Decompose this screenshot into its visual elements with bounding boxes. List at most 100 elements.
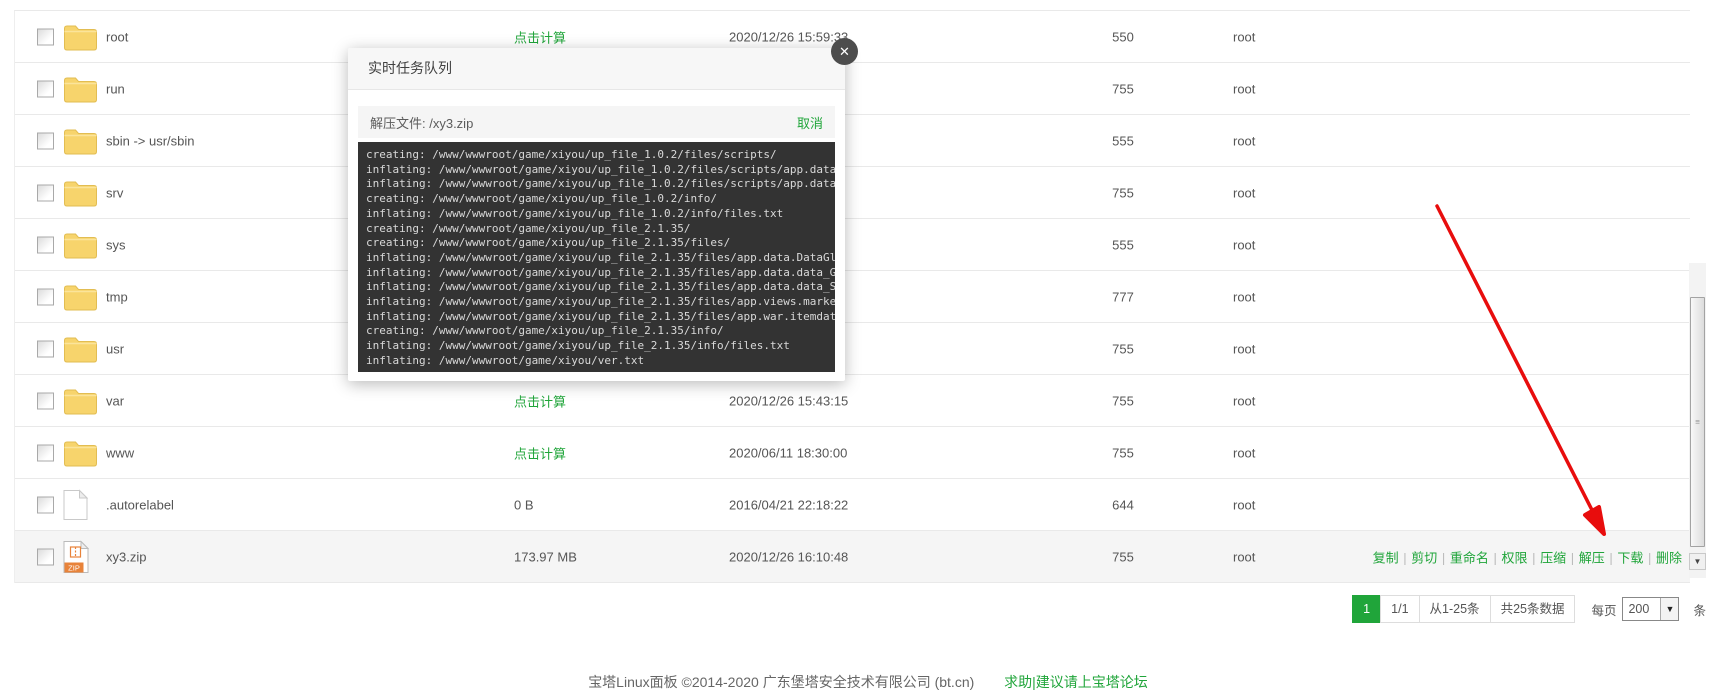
cancel-task-link[interactable]: 取消 <box>797 113 823 132</box>
table-row: usr 755 root <box>15 323 1690 375</box>
file-permission: 777 <box>1088 289 1158 304</box>
row-checkbox[interactable] <box>37 496 54 513</box>
close-icon[interactable]: ✕ <box>831 38 858 65</box>
footer: 宝塔Linux面板 ©2014-2020 广东堡塔安全技术有限公司 (bt.cn… <box>0 672 1736 692</box>
file-permission: 755 <box>1088 549 1158 564</box>
action-link-delete[interactable]: 删除 <box>1656 550 1682 565</box>
file-permission: 550 <box>1088 29 1158 44</box>
copyright-text: 宝塔Linux面板 ©2014-2020 广东堡塔安全技术有限公司 (bt.cn… <box>588 674 974 690</box>
folder-icon <box>63 126 97 155</box>
file-name[interactable]: xy3.zip <box>106 549 146 564</box>
file-permission: 555 <box>1088 237 1158 252</box>
row-checkbox[interactable] <box>37 184 54 201</box>
row-checkbox[interactable] <box>37 392 54 409</box>
file-name[interactable]: root <box>106 29 128 44</box>
folder-icon <box>63 22 97 51</box>
table-row: sys 555 root <box>15 219 1690 271</box>
log-line: inflating: /www/wwwroot/game/xiyou/up_fi… <box>366 163 827 178</box>
file-name[interactable]: srv <box>106 185 123 200</box>
table-row: ZIP xy3.zip 173.97 MB 2020/12/26 16:10:4… <box>15 531 1690 583</box>
action-link-copy[interactable]: 复制 <box>1373 550 1399 565</box>
task-queue-modal: 实时任务队列 ✕ 解压文件: /xy3.zip 取消 creating: /ww… <box>348 48 845 381</box>
table-row: run 755 root <box>15 63 1690 115</box>
file-name[interactable]: usr <box>106 341 124 356</box>
action-separator: | <box>1529 550 1540 565</box>
action-link-unzip[interactable]: 解压 <box>1579 550 1605 565</box>
file-name[interactable]: var <box>106 393 124 408</box>
folder-icon <box>63 74 97 103</box>
folder-icon <box>63 282 97 311</box>
per-page-select[interactable]: 200 ▼ <box>1622 597 1679 621</box>
action-separator: | <box>1644 550 1655 565</box>
table-row: .autorelabel 0 B 2016/04/21 22:18:22 644… <box>15 479 1690 531</box>
task-log: creating: /www/wwwroot/game/xiyou/up_fil… <box>358 142 835 372</box>
file-permission: 755 <box>1088 445 1158 460</box>
file-owner: root <box>1233 185 1255 200</box>
action-link-cut[interactable]: 剪切 <box>1411 550 1437 565</box>
file-modified-date: 2020/12/26 15:59:33 <box>729 29 848 44</box>
log-line: inflating: /www/wwwroot/game/xiyou/up_fi… <box>366 207 827 222</box>
file-modified-date: 2020/12/26 15:43:15 <box>729 393 848 408</box>
action-link-compress[interactable]: 压缩 <box>1540 550 1566 565</box>
file-name[interactable]: sys <box>106 237 126 252</box>
log-line: inflating: /www/wwwroot/game/xiyou/up_fi… <box>366 339 827 354</box>
per-page-control: 每页 200 ▼ 条 <box>1591 597 1706 621</box>
calculate-size-link[interactable]: 点击计算 <box>514 443 566 462</box>
task-label: 解压文件: /xy3.zip <box>370 113 473 132</box>
file-owner: root <box>1233 29 1255 44</box>
table-row: sbin -> usr/sbin 555 root <box>15 115 1690 167</box>
file-name[interactable]: .autorelabel <box>106 497 174 512</box>
svg-text:ZIP: ZIP <box>68 563 80 572</box>
table-row: var 点击计算 2020/12/26 15:43:15 755 root <box>15 375 1690 427</box>
file-name[interactable]: www <box>106 445 134 460</box>
calculate-size-link[interactable]: 点击计算 <box>514 391 566 410</box>
row-checkbox[interactable] <box>37 132 54 149</box>
scrollbar-down-arrow-icon[interactable]: ▼ <box>1689 553 1706 570</box>
file-permission: 755 <box>1088 81 1158 96</box>
page-indicator: 1/1 <box>1380 595 1419 623</box>
folder-icon <box>63 230 97 259</box>
file-owner: root <box>1233 341 1255 356</box>
file-permission: 755 <box>1088 341 1158 356</box>
file-name[interactable]: tmp <box>106 289 128 304</box>
folder-icon <box>63 386 97 415</box>
file-owner: root <box>1233 133 1255 148</box>
forum-link[interactable]: 求助|建议请上宝塔论坛 <box>1004 674 1148 690</box>
log-line: inflating: /www/wwwroot/game/xiyou/ver.t… <box>366 354 827 369</box>
file-name[interactable]: sbin -> usr/sbin <box>106 133 195 148</box>
action-separator: | <box>1606 550 1617 565</box>
log-line: creating: /www/wwwroot/game/xiyou/up_fil… <box>366 222 827 237</box>
file-permission: 555 <box>1088 133 1158 148</box>
row-checkbox[interactable] <box>37 28 54 45</box>
action-separator: | <box>1438 550 1449 565</box>
action-link-permission[interactable]: 权限 <box>1501 550 1527 565</box>
file-modified-date: 2020/12/26 16:10:48 <box>729 549 848 564</box>
row-checkbox[interactable] <box>37 288 54 305</box>
action-link-download[interactable]: 下载 <box>1617 550 1643 565</box>
file-permission: 755 <box>1088 185 1158 200</box>
file-table: root 点击计算 2020/12/26 15:59:33 550 root r… <box>14 10 1690 583</box>
per-page-label: 每页 <box>1591 600 1616 619</box>
vertical-scrollbar[interactable]: ≡ ▼ <box>1689 263 1706 578</box>
row-checkbox[interactable] <box>37 548 54 565</box>
file-owner: root <box>1233 497 1255 512</box>
log-line: inflating: /www/wwwroot/game/xiyou/up_fi… <box>366 295 827 310</box>
page-button-1[interactable]: 1 <box>1352 595 1381 623</box>
row-checkbox[interactable] <box>37 80 54 97</box>
action-link-rename[interactable]: 重命名 <box>1450 550 1489 565</box>
file-owner: root <box>1233 445 1255 460</box>
row-actions: 复制 | 剪切 | 重命名 | 权限 | 压缩 | 解压 | 下载 | 删除 <box>1373 547 1682 566</box>
chevron-down-icon[interactable]: ▼ <box>1660 598 1678 620</box>
action-separator: | <box>1400 550 1411 565</box>
folder-icon <box>63 334 97 363</box>
calculate-size-link[interactable]: 点击计算 <box>514 27 566 46</box>
folder-icon <box>63 438 97 467</box>
file-name[interactable]: run <box>106 81 125 96</box>
row-checkbox[interactable] <box>37 444 54 461</box>
row-checkbox[interactable] <box>37 340 54 357</box>
scrollbar-thumb[interactable]: ≡ <box>1690 297 1705 547</box>
row-checkbox[interactable] <box>37 236 54 253</box>
table-row: srv 755 root <box>15 167 1690 219</box>
modal-title: 实时任务队列 <box>348 48 845 90</box>
log-line: creating: /www/wwwroot/game/xiyou/up_fil… <box>366 148 827 163</box>
